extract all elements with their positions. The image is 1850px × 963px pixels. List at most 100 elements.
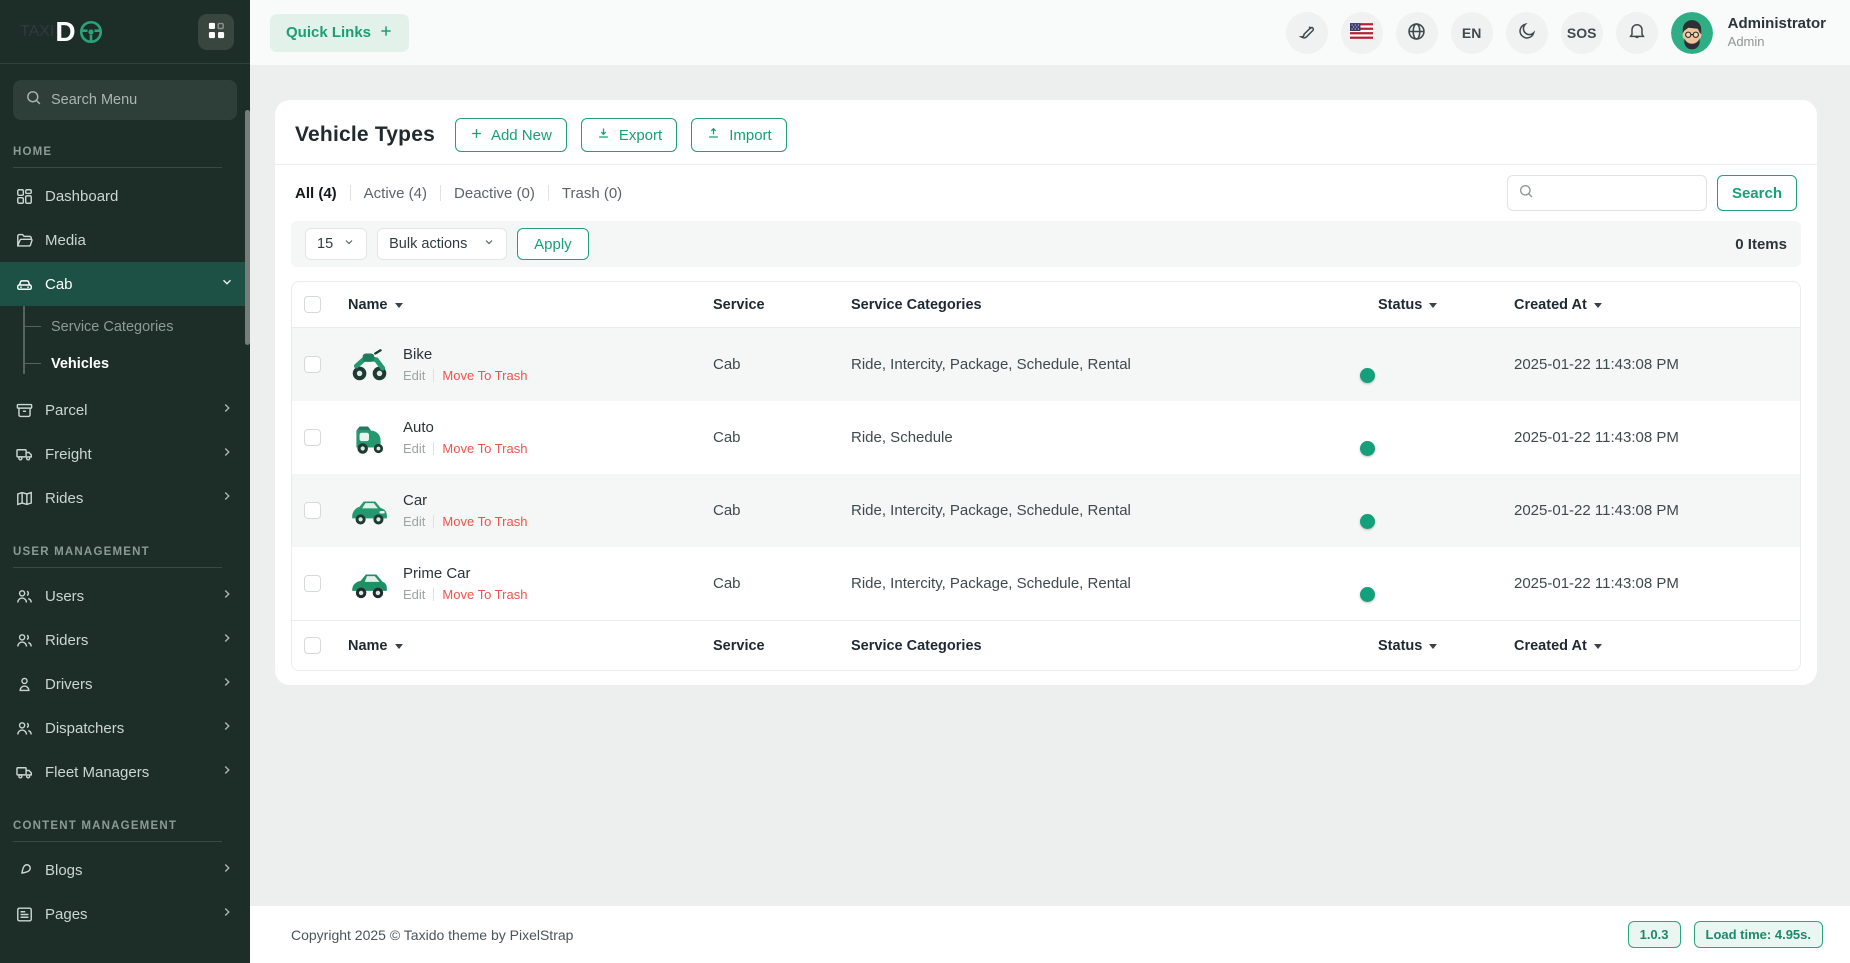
bulk-toolbar: 15 Bulk actions Apply 0 Items [291, 221, 1801, 267]
driver-icon [15, 675, 34, 694]
table-search-box[interactable] [1507, 175, 1707, 211]
sidebar-item-service-categories[interactable]: Service Categories [0, 308, 250, 345]
prime-car-image [348, 563, 390, 605]
sidebar: TAXID [0, 0, 250, 963]
row-checkbox[interactable] [304, 575, 321, 592]
card-header: Vehicle Types Add New Export Import [291, 100, 1801, 164]
sidebar-item-users[interactable]: Users [0, 574, 250, 618]
per-page-select[interactable]: 15 [305, 228, 367, 260]
country-flag-button[interactable] [1341, 12, 1383, 54]
sidebar-toggle-button[interactable] [198, 14, 234, 50]
sidebar-item-vehicles[interactable]: Vehicles [0, 345, 250, 382]
sidebar-item-pages[interactable]: Pages [0, 892, 250, 936]
notifications-button[interactable] [1616, 12, 1658, 54]
tab-all[interactable]: All (4) [295, 185, 350, 202]
bulk-actions-select[interactable]: Bulk actions [377, 228, 507, 260]
sidebar-search-input[interactable] [51, 92, 225, 108]
sidebar-search[interactable] [13, 80, 237, 120]
sidebar-item-freight[interactable]: Freight [0, 432, 250, 476]
chevron-right-icon [220, 489, 234, 507]
sidebar-item-media[interactable]: Media [0, 218, 250, 262]
sidebar-item-dashboard[interactable]: Dashboard [0, 174, 250, 218]
quick-links-button[interactable]: Quick Links [270, 14, 409, 52]
sidebar-item-fleet-managers[interactable]: Fleet Managers [0, 750, 250, 794]
user-meta[interactable]: Administrator Admin [1728, 15, 1826, 50]
edit-link[interactable]: Edit [403, 587, 425, 602]
edit-link[interactable]: Edit [403, 514, 425, 529]
move-to-trash-link[interactable]: Move To Trash [442, 587, 527, 602]
sidebar-item-drivers[interactable]: Drivers [0, 662, 250, 706]
select-all-checkbox[interactable] [304, 637, 321, 654]
user-avatar[interactable] [1671, 12, 1713, 54]
sidebar-item-blogs[interactable]: Blogs [0, 848, 250, 892]
tab-trash[interactable]: Trash (0) [549, 185, 635, 202]
brand-logo[interactable]: TAXID [20, 16, 104, 48]
action-separator [433, 369, 434, 382]
row-checkbox[interactable] [304, 429, 321, 446]
select-all-checkbox[interactable] [304, 296, 321, 313]
app-window: TAXID [0, 0, 1850, 963]
page-footer: Copyright 2025 © Taxido theme by PixelSt… [250, 905, 1850, 963]
move-to-trash-link[interactable]: Move To Trash [442, 441, 527, 456]
chevron-right-icon [220, 719, 234, 737]
sidebar-subitem-label: Service Categories [51, 319, 174, 335]
sidebar-item-label: Parcel [45, 402, 209, 419]
name-cell: Bike Edit Move To Trash [348, 344, 713, 386]
us-flag-icon [1350, 23, 1373, 42]
page-title: Vehicle Types [295, 123, 435, 147]
cab-submenu: Service Categories Vehicles [0, 306, 250, 388]
folder-icon [15, 231, 34, 250]
section-title-home: HOME [13, 146, 222, 168]
sidebar-header: TAXID [0, 0, 250, 64]
row-actions: Edit Move To Trash [403, 587, 527, 602]
search-icon [1518, 183, 1534, 204]
section-title-user-management: USER MANAGEMENT [13, 546, 222, 568]
edit-link[interactable]: Edit [403, 441, 425, 456]
chevron-right-icon [220, 401, 234, 419]
row-checkbox[interactable] [304, 356, 321, 373]
language-button[interactable]: EN [1451, 12, 1493, 54]
column-footer-created[interactable]: Created At [1514, 638, 1788, 654]
tab-active[interactable]: Active (4) [351, 185, 440, 202]
edit-link[interactable]: Edit [403, 368, 425, 383]
customizer-button[interactable] [1286, 12, 1328, 54]
sidebar-item-cab[interactable]: Cab [0, 262, 250, 306]
row-checkbox[interactable] [304, 502, 321, 519]
service-cell: Cab [713, 356, 851, 373]
sidebar-item-parcel[interactable]: Parcel [0, 388, 250, 432]
import-button[interactable]: Import [691, 118, 787, 152]
dark-mode-button[interactable] [1506, 12, 1548, 54]
move-to-trash-link[interactable]: Move To Trash [442, 514, 527, 529]
sos-button[interactable]: SOS [1561, 12, 1603, 54]
car-image [348, 490, 390, 532]
sidebar-item-dispatchers[interactable]: Dispatchers [0, 706, 250, 750]
column-header-name[interactable]: Name [348, 297, 713, 313]
table-search-input[interactable] [1542, 185, 1696, 201]
sidebar-item-riders[interactable]: Riders [0, 618, 250, 662]
auto-image [348, 417, 390, 459]
sidebar-menu-content: Blogs Pages [0, 848, 250, 936]
column-footer-status[interactable]: Status [1378, 638, 1514, 654]
row-actions: Edit Move To Trash [403, 514, 527, 529]
chevron-down-icon [220, 275, 234, 293]
logo-text-d: D [55, 16, 74, 48]
table-search-group: Search [1507, 175, 1797, 211]
created-cell: 2025-01-22 11:43:08 PM [1514, 356, 1788, 373]
column-header-created[interactable]: Created At [1514, 297, 1788, 313]
bell-icon [1627, 21, 1647, 44]
tab-deactive[interactable]: Deactive (0) [441, 185, 548, 202]
column-header-status[interactable]: Status [1378, 297, 1514, 313]
globe-button[interactable] [1396, 12, 1438, 54]
search-button[interactable]: Search [1717, 175, 1797, 211]
created-cell: 2025-01-22 11:43:08 PM [1514, 575, 1788, 592]
add-new-button[interactable]: Add New [455, 118, 567, 152]
apply-button[interactable]: Apply [517, 228, 589, 260]
topbar: Quick Links EN [250, 0, 1850, 65]
move-to-trash-link[interactable]: Move To Trash [442, 368, 527, 383]
sidebar-item-rides[interactable]: Rides [0, 476, 250, 520]
copyright-text: Copyright 2025 © Taxido theme by PixelSt… [291, 927, 573, 943]
sidebar-item-label: Dashboard [45, 188, 234, 205]
sidebar-scrollbar[interactable] [245, 110, 250, 345]
export-button[interactable]: Export [581, 118, 677, 152]
column-footer-name[interactable]: Name [348, 638, 713, 654]
